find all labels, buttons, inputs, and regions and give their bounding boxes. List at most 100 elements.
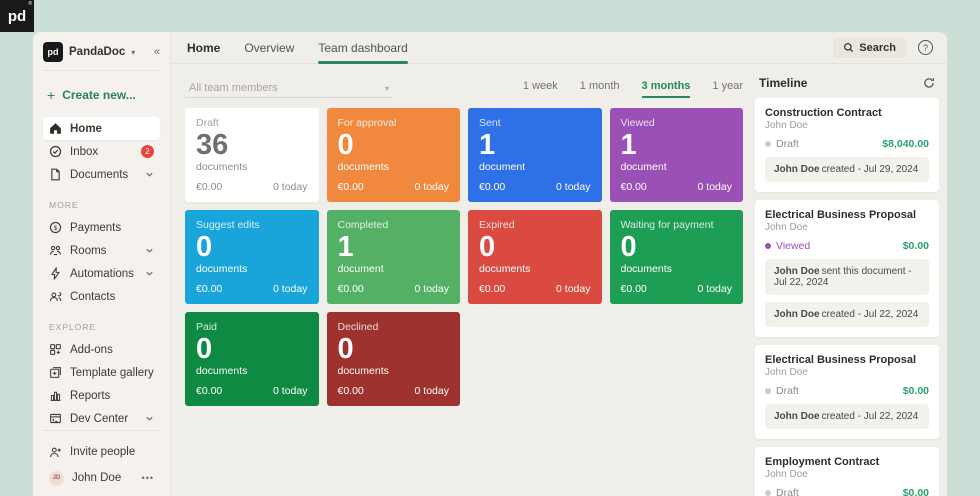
logo-text: pd	[7, 7, 27, 25]
status-card-sent[interactable]: Sent 1 document €0.00 0 today	[468, 108, 602, 202]
chevron-down-icon	[146, 416, 153, 421]
status-card-waiting-for-payment[interactable]: Waiting for payment 0 documents €0.00 0 t…	[609, 210, 743, 304]
template-gallery-icon	[50, 367, 61, 378]
card-amount: €0.00	[620, 181, 647, 193]
sidebar-item-payments[interactable]: $ Payments	[43, 216, 160, 239]
chevron-down-icon	[146, 172, 153, 177]
period-1-year[interactable]: 1 year	[712, 80, 743, 98]
period-3-months[interactable]: 3 months	[641, 80, 691, 98]
sidebar-item-label: Add-ons	[70, 343, 113, 356]
registered-mark-icon: ®	[28, 1, 32, 7]
card-today: 0 today	[556, 181, 591, 193]
tab-home[interactable]: Home	[187, 32, 220, 63]
card-unit: documents	[196, 161, 248, 173]
status-label: Viewed	[776, 240, 811, 252]
card-count: 1	[479, 129, 496, 161]
help-icon[interactable]: ?	[918, 40, 933, 55]
payments-icon: $	[49, 221, 62, 234]
status-card-draft[interactable]: Draft 36 documents €0.00 0 today	[185, 108, 319, 202]
sidebar: pd PandaDoc ▾ « + Create new... Home Inb…	[33, 32, 171, 496]
lightning-icon	[51, 267, 60, 280]
chevron-down-icon	[146, 271, 153, 276]
sidebar-item-label: Dev Center	[70, 412, 129, 425]
card-count: 0	[479, 231, 496, 263]
card-unit: document	[479, 161, 526, 173]
card-label: For approval	[337, 117, 397, 129]
user-name: John Doe	[72, 472, 122, 484]
sidebar-item-contacts[interactable]: Contacts	[43, 285, 160, 308]
sidebar-item-documents[interactable]: Documents	[43, 163, 160, 186]
invite-person-icon	[50, 447, 61, 457]
tab-overview[interactable]: Overview	[244, 32, 294, 63]
card-unit: documents	[337, 365, 389, 377]
card-amount: €0.00	[479, 283, 506, 295]
invite-people-button[interactable]: Invite people	[43, 439, 160, 465]
card-label: Completed	[337, 219, 389, 231]
card-amount: €0.00	[196, 181, 223, 193]
workspace-switcher[interactable]: pd PandaDoc ▾ «	[43, 40, 160, 71]
timeline-entry[interactable]: Electrical Business Proposal John Doe Vi…	[755, 200, 939, 337]
card-today: 0 today	[414, 283, 449, 295]
sidebar-item-dev-center[interactable]: Dev Center	[43, 407, 160, 430]
timeline-entry[interactable]: Electrical Business Proposal John Doe Dr…	[755, 345, 939, 439]
team-members-select[interactable]: All team members ▾	[185, 79, 393, 98]
sidebar-item-inbox[interactable]: Inbox 2	[43, 140, 160, 163]
card-count: 0	[196, 333, 213, 365]
status-dot	[765, 490, 771, 496]
create-new-label: Create new...	[62, 88, 136, 102]
sidebar-item-label: Reports	[70, 389, 111, 402]
inbox-icon	[49, 145, 62, 158]
status-card-paid[interactable]: Paid 0 documents €0.00 0 today	[185, 312, 319, 406]
status-card-for-approval[interactable]: For approval 0 documents €0.00 0 today	[326, 108, 460, 202]
user-menu[interactable]: JD John Doe •••	[43, 465, 160, 491]
sidebar-item-label: Template gallery	[70, 366, 154, 379]
status-label: Draft	[776, 487, 799, 496]
period-1-month[interactable]: 1 month	[580, 80, 620, 98]
card-unit: documents	[620, 263, 672, 275]
create-new-button[interactable]: + Create new...	[47, 87, 160, 103]
timeline-doc-owner: John Doe	[765, 222, 808, 233]
timeline-entry[interactable]: Construction Contract John Doe Draft $8,…	[755, 98, 939, 192]
more-options-icon[interactable]: •••	[142, 473, 154, 483]
timeline-panel: Timeline Construction Contract John Doe …	[755, 74, 939, 496]
timeline-doc-owner: John Doe	[765, 469, 808, 480]
sidebar-item-add-ons[interactable]: Add-ons	[43, 338, 160, 361]
sidebar-item-home[interactable]: Home	[43, 117, 160, 140]
invite-people-label: Invite people	[70, 446, 136, 458]
card-amount: €0.00	[196, 385, 223, 397]
refresh-icon[interactable]	[923, 77, 935, 89]
card-today: 0 today	[273, 385, 308, 397]
collapse-sidebar-icon[interactable]: «	[154, 46, 160, 58]
sidebar-item-rooms[interactable]: Rooms	[43, 239, 160, 262]
card-label: Draft	[196, 117, 219, 129]
card-unit: documents	[196, 365, 248, 377]
status-card-suggest-edits[interactable]: Suggest edits 0 documents €0.00 0 today	[185, 210, 319, 304]
sidebar-item-label: Contacts	[70, 290, 116, 303]
user-avatar: JD	[49, 470, 64, 486]
card-unit: document	[620, 161, 667, 173]
card-amount: €0.00	[479, 181, 506, 193]
chevron-down-icon	[146, 248, 153, 253]
card-today: 0 today	[697, 181, 732, 193]
card-today: 0 today	[697, 283, 732, 295]
status-card-viewed[interactable]: Viewed 1 document €0.00 0 today	[609, 108, 743, 202]
status-card-expired[interactable]: Expired 0 documents €0.00 0 today	[468, 210, 602, 304]
card-label: Declined	[337, 321, 379, 333]
period-1-week[interactable]: 1 week	[523, 80, 558, 98]
timeline-header: Timeline	[755, 74, 939, 98]
page-tabs: Home Overview Team dashboard	[187, 32, 409, 64]
timeline-entry[interactable]: Employment Contract John Doe Draft $0.00…	[755, 447, 939, 496]
status-card-declined[interactable]: Declined 0 documents €0.00 0 today	[326, 312, 460, 406]
card-label: Sent	[479, 117, 501, 129]
card-count: 0	[196, 231, 213, 263]
sidebar-item-template-gallery[interactable]: Template gallery	[43, 361, 160, 384]
tab-team-dashboard[interactable]: Team dashboard	[318, 32, 409, 64]
sidebar-item-label: Automations	[70, 267, 134, 280]
card-amount: €0.00	[337, 283, 364, 295]
sidebar-item-label: Inbox	[70, 145, 99, 158]
status-card-completed[interactable]: Completed 1 document €0.00 0 today	[326, 210, 460, 304]
caret-down-icon: ▾	[384, 83, 389, 93]
sidebar-item-automations[interactable]: Automations	[43, 262, 160, 285]
sidebar-item-reports[interactable]: Reports	[43, 384, 160, 407]
search-button[interactable]: Search	[833, 37, 906, 58]
